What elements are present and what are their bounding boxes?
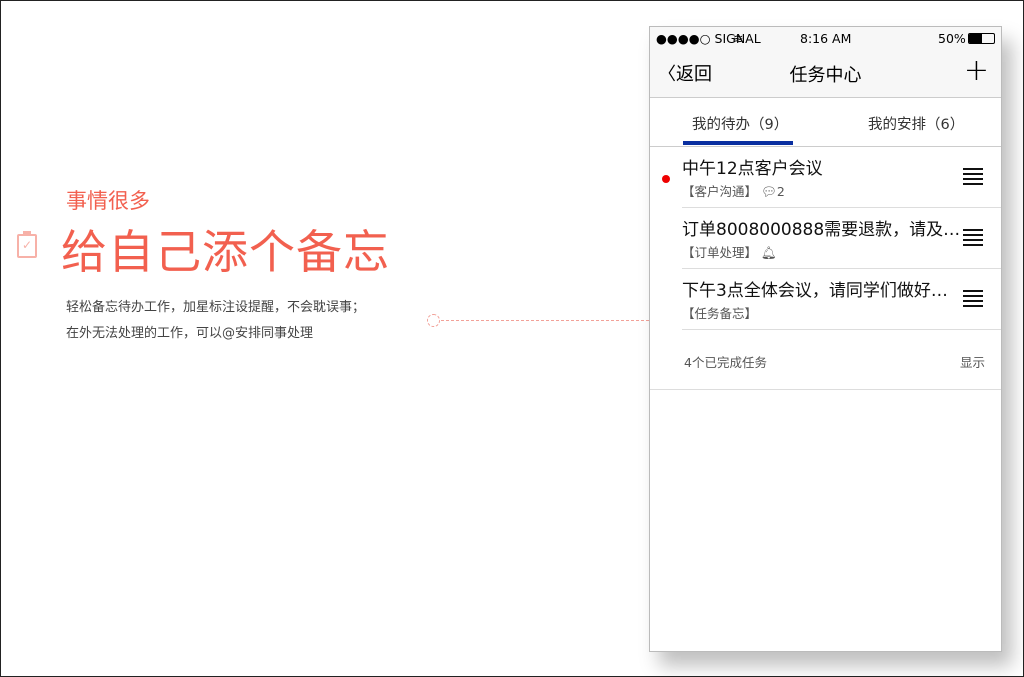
task-title: 订单8008000888需要退款，请及… <box>682 220 961 240</box>
tab-indicator <box>683 141 793 145</box>
promo-desc-2: 在外无法处理的工作，可以@安排同事处理 <box>66 326 314 341</box>
task-category: 【订单处理】 <box>682 245 758 260</box>
clipboard-check-icon: ✓ <box>17 231 37 258</box>
drag-handle-icon[interactable] <box>963 168 983 188</box>
comment-count: 2 <box>776 184 785 199</box>
promo-subtitle: 事情很多 <box>66 189 150 213</box>
unread-dot <box>662 175 670 183</box>
tab-my-assigned[interactable]: 我的安排（6） <box>868 113 964 134</box>
connector-line <box>441 320 649 321</box>
connector-dot <box>427 314 440 327</box>
task-category: 【任务备忘】 <box>682 306 758 321</box>
tab-bar: 我的待办（9） 我的安排（6） <box>650 98 1001 147</box>
promo-desc-1: 轻松备忘待办工作，加星标注设提醒，不会耽误事； <box>66 300 366 315</box>
show-completed-button[interactable]: 显示 <box>960 352 985 371</box>
tab-my-todo[interactable]: 我的待办（9） <box>692 113 788 134</box>
status-bar: ●●●●○ SIGNAL ≋ 8:16 AM 50% <box>650 27 1001 49</box>
promo-title: 给自己添个备忘 <box>61 225 390 279</box>
completed-label: 4个已完成任务 <box>684 355 767 370</box>
completed-row: 4个已完成任务 显示 <box>650 330 1001 390</box>
nav-title: 任务中心 <box>789 65 862 86</box>
task-item[interactable]: 订单8008000888需要退款，请及… 【订单处理】 🔔︎ <box>682 208 1001 269</box>
wifi-icon: ≋ <box>733 31 744 46</box>
bell-icon: 🔔︎ <box>761 245 777 260</box>
drag-handle-icon[interactable] <box>963 290 983 310</box>
battery-icon <box>968 33 995 44</box>
signal-text: ●●●●○ SIGNAL <box>656 31 761 46</box>
task-title: 下午3点全体会议，请同学们做好… <box>682 281 948 301</box>
phone-screen: ●●●●○ SIGNAL ≋ 8:16 AM 50% 〈返回 任务中心 + 我的… <box>649 26 1002 652</box>
battery-text: 50% <box>938 31 966 46</box>
task-item[interactable]: 中午12点客户会议 【客户沟通】 💬︎2 <box>662 147 1001 208</box>
nav-bar: 〈返回 任务中心 + <box>650 49 1001 98</box>
task-item[interactable]: 下午3点全体会议，请同学们做好… 【任务备忘】 <box>682 269 1001 330</box>
task-title: 中午12点客户会议 <box>682 159 823 179</box>
time: 8:16 AM <box>800 31 852 46</box>
drag-handle-icon[interactable] <box>963 229 983 249</box>
add-button[interactable]: + <box>964 53 989 88</box>
task-category: 【客户沟通】 <box>682 184 758 199</box>
comment-icon: 💬︎ <box>761 184 777 199</box>
